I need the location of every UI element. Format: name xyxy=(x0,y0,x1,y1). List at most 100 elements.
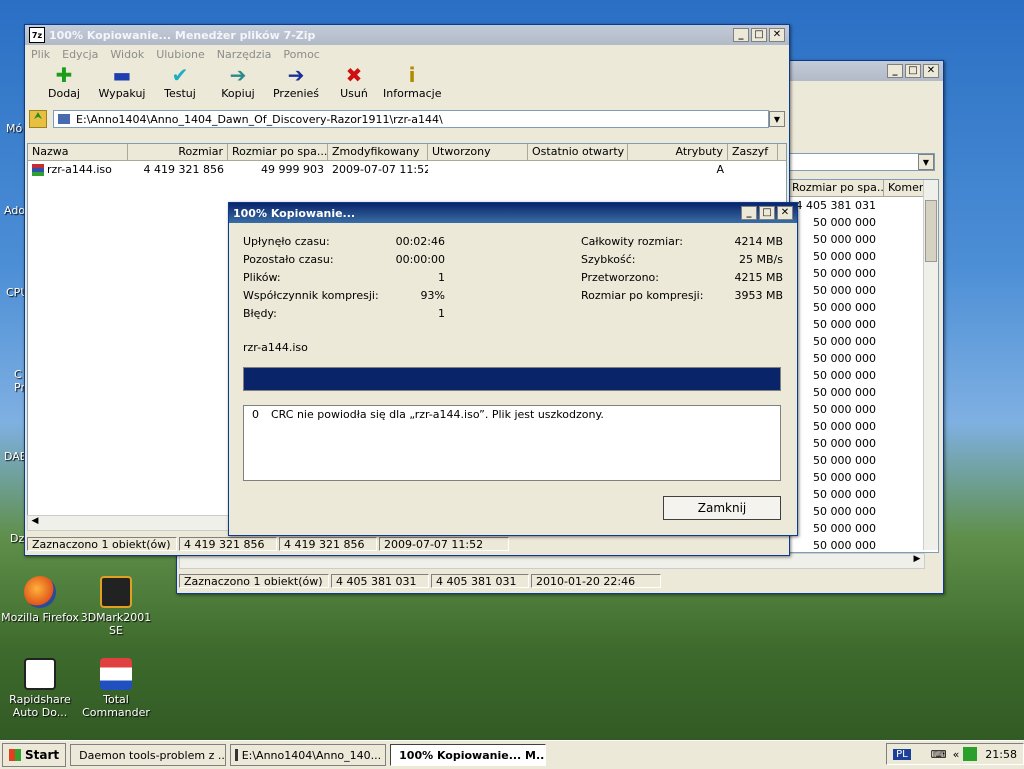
table-cell-modified: 2009-07-07 11:52 xyxy=(332,163,428,176)
list-item[interactable]: 50 000 000 xyxy=(788,469,938,486)
taskbar: Start Daemon tools-problem z ... E:\Anno1… xyxy=(0,740,1024,769)
toolbar-button-usuń[interactable]: ✖ Usuń xyxy=(325,63,383,100)
list-item[interactable]: 50 000 000 xyxy=(788,333,938,350)
list-item[interactable]: 50 000 000 xyxy=(788,384,938,401)
packed-size-cell: 50 000 000 xyxy=(813,420,876,433)
toolbar-button-label: Kopiuj xyxy=(221,87,255,100)
maximize-button[interactable]: □ xyxy=(759,206,775,220)
dialog-titlebar[interactable]: 100% Kopiowanie... _ □ ✕ xyxy=(229,203,797,223)
toolbar-button-kopiuj[interactable]: ➔ Kopiuj xyxy=(209,63,267,100)
background-rows: 4 405 381 031 50 000 000 50 000 000 50 000 … xyxy=(788,197,938,571)
stat-value: 00:02:46 xyxy=(395,235,445,248)
chevron-down-icon[interactable]: ▼ xyxy=(769,111,785,127)
taskbar-task[interactable]: Daemon tools-problem z ... xyxy=(70,744,227,766)
language-indicator[interactable]: PL xyxy=(893,748,911,760)
column-header[interactable]: Rozmiar xyxy=(128,144,228,160)
maximize-button[interactable]: □ xyxy=(905,64,921,78)
column-header[interactable]: Utworzony xyxy=(428,144,528,160)
message-row[interactable]: 0 CRC nie powiodła się dla „rzr-a144.iso”… xyxy=(252,408,772,421)
list-item[interactable]: 50 000 000 xyxy=(788,214,938,231)
task-label: E:\Anno1404\Anno_140... xyxy=(241,748,382,762)
toolbar-button-wypakuj[interactable]: ▬ Wypakuj xyxy=(93,63,151,100)
file-rows: rzr-a144.iso 4 419 321 856 49 999 903 2009-… xyxy=(28,161,786,178)
column-header[interactable]: Ostatnio otwarty xyxy=(528,144,628,160)
copy-progress-dialog[interactable]: 100% Kopiowanie... _ □ ✕ Upłynęło czasu:… xyxy=(228,202,798,536)
menu-item[interactable]: Edycja xyxy=(62,48,98,61)
minimize-button[interactable]: _ xyxy=(887,64,903,78)
list-item[interactable]: 50 000 000 xyxy=(788,265,938,282)
keyboard-icon[interactable]: ⌨ xyxy=(931,748,947,761)
packed-size-cell: 50 000 000 xyxy=(813,488,876,501)
status-date: 2010-01-20 22:46 xyxy=(531,574,661,588)
desktop-icon-3dmark[interactable]: 3DMark2001 SE xyxy=(76,576,156,637)
close-button[interactable]: ✕ xyxy=(769,28,785,42)
up-folder-icon[interactable]: ⮝ xyxy=(29,110,47,128)
path-input[interactable]: E:\Anno1404\Anno_1404_Dawn_Of_Discovery-… xyxy=(53,110,769,128)
column-header[interactable]: Nazwa xyxy=(28,144,128,160)
main-window-titlebar[interactable]: 7z 100% Kopiowanie... Menedżer plików 7-… xyxy=(25,25,789,45)
list-item[interactable]: 50 000 000 xyxy=(788,367,938,384)
toolbar-button-informacje[interactable]: i Informacje xyxy=(383,63,441,100)
toolbar-button-przenieś[interactable]: ➔ Przenieś xyxy=(267,63,325,100)
message-log[interactable]: 0 CRC nie powiodła się dla „rzr-a144.iso”… xyxy=(243,405,781,481)
desktop-icon-total-commander[interactable]: Total Commander xyxy=(76,658,156,719)
column-header[interactable]: Komen xyxy=(884,180,924,196)
delete-icon: ✖ xyxy=(345,63,363,87)
background-status-bar: Zaznaczono 1 obiekt(ów) 4 405 381 031 4 … xyxy=(179,572,663,590)
list-item[interactable]: 50 000 000 xyxy=(788,316,938,333)
list-item[interactable]: 50 000 000 xyxy=(788,418,938,435)
minimize-button[interactable]: _ xyxy=(741,206,757,220)
scroll-left-arrow[interactable]: ◀ xyxy=(28,516,42,530)
column-header[interactable]: Zmodyfikowany xyxy=(328,144,428,160)
info-icon: i xyxy=(408,63,416,87)
scroll-right-arrow[interactable]: ▶ xyxy=(910,554,924,568)
taskbar-task[interactable]: 100% Kopiowanie... M... xyxy=(390,744,547,766)
background-file-list[interactable]: Rozmiar po spa... Komen 4 405 381 031 50 … xyxy=(787,179,939,569)
close-button[interactable]: ✕ xyxy=(923,64,939,78)
column-header[interactable]: Atrybuty xyxy=(628,144,728,160)
desktop-icon-label: Rapidshare Auto Do... xyxy=(9,693,71,719)
list-item[interactable]: 50 000 000 xyxy=(788,435,938,452)
menu-item[interactable]: Ulubione xyxy=(156,48,205,61)
menu-item[interactable]: Pomoc xyxy=(283,48,319,61)
close-button[interactable]: ✕ xyxy=(777,206,793,220)
message-text: CRC nie powiodła się dla „rzr-a144.iso”.… xyxy=(271,408,604,421)
taskbar-task[interactable]: E:\Anno1404\Anno_140... xyxy=(230,744,387,766)
column-header[interactable]: Rozmiar po spa... xyxy=(788,180,884,196)
list-item[interactable]: 50 000 000 xyxy=(788,537,938,554)
maximize-button[interactable]: □ xyxy=(751,28,767,42)
list-item[interactable]: 50 000 000 xyxy=(788,486,938,503)
list-item[interactable]: 50 000 000 xyxy=(788,282,938,299)
background-address-box[interactable]: ▼ xyxy=(789,153,935,171)
list-item[interactable]: 50 000 000 xyxy=(788,231,938,248)
toolbar-button-dodaj[interactable]: ✚ Dodaj xyxy=(35,63,93,100)
desktop-icon-firefox[interactable]: Mozilla Firefox xyxy=(0,576,80,624)
list-item[interactable]: 50 000 000 xyxy=(788,401,938,418)
tray-expand-icon[interactable]: « xyxy=(953,748,960,761)
list-item[interactable]: 50 000 000 xyxy=(788,503,938,520)
list-item[interactable]: 50 000 000 xyxy=(788,350,938,367)
packed-size-cell: 50 000 000 xyxy=(813,386,876,399)
menu-item[interactable]: Narzędzia xyxy=(217,48,272,61)
list-item[interactable]: 50 000 000 xyxy=(788,299,938,316)
close-dialog-button[interactable]: Zamknij xyxy=(663,496,781,520)
list-item[interactable]: 50 000 000 xyxy=(788,248,938,265)
list-item[interactable]: 50 000 000 xyxy=(788,520,938,537)
network-icon[interactable] xyxy=(963,747,978,761)
menu-item[interactable]: Plik xyxy=(31,48,50,61)
scroll-thumb[interactable] xyxy=(925,200,937,262)
menu-item[interactable]: Widok xyxy=(110,48,144,61)
column-header[interactable]: Rozmiar po spa... xyxy=(228,144,328,160)
list-item[interactable]: 50 000 000 xyxy=(788,452,938,469)
start-button[interactable]: Start xyxy=(2,743,67,767)
packed-size-cell: 50 000 000 xyxy=(813,369,876,382)
vertical-scrollbar[interactable] xyxy=(923,180,938,550)
chevron-down-icon[interactable]: ▼ xyxy=(918,154,934,170)
table-row[interactable]: rzr-a144.iso 4 419 321 856 49 999 903 2009-… xyxy=(28,161,786,178)
desktop-icon-rapidshare[interactable]: Rapidshare Auto Do... xyxy=(0,658,80,719)
toolbar-button-testuj[interactable]: ✔ Testuj xyxy=(151,63,209,100)
column-header[interactable]: Zaszyf xyxy=(728,144,778,160)
packed-size-cell: 50 000 000 xyxy=(813,454,876,467)
list-item[interactable]: 4 405 381 031 xyxy=(788,197,938,214)
minimize-button[interactable]: _ xyxy=(733,28,749,42)
